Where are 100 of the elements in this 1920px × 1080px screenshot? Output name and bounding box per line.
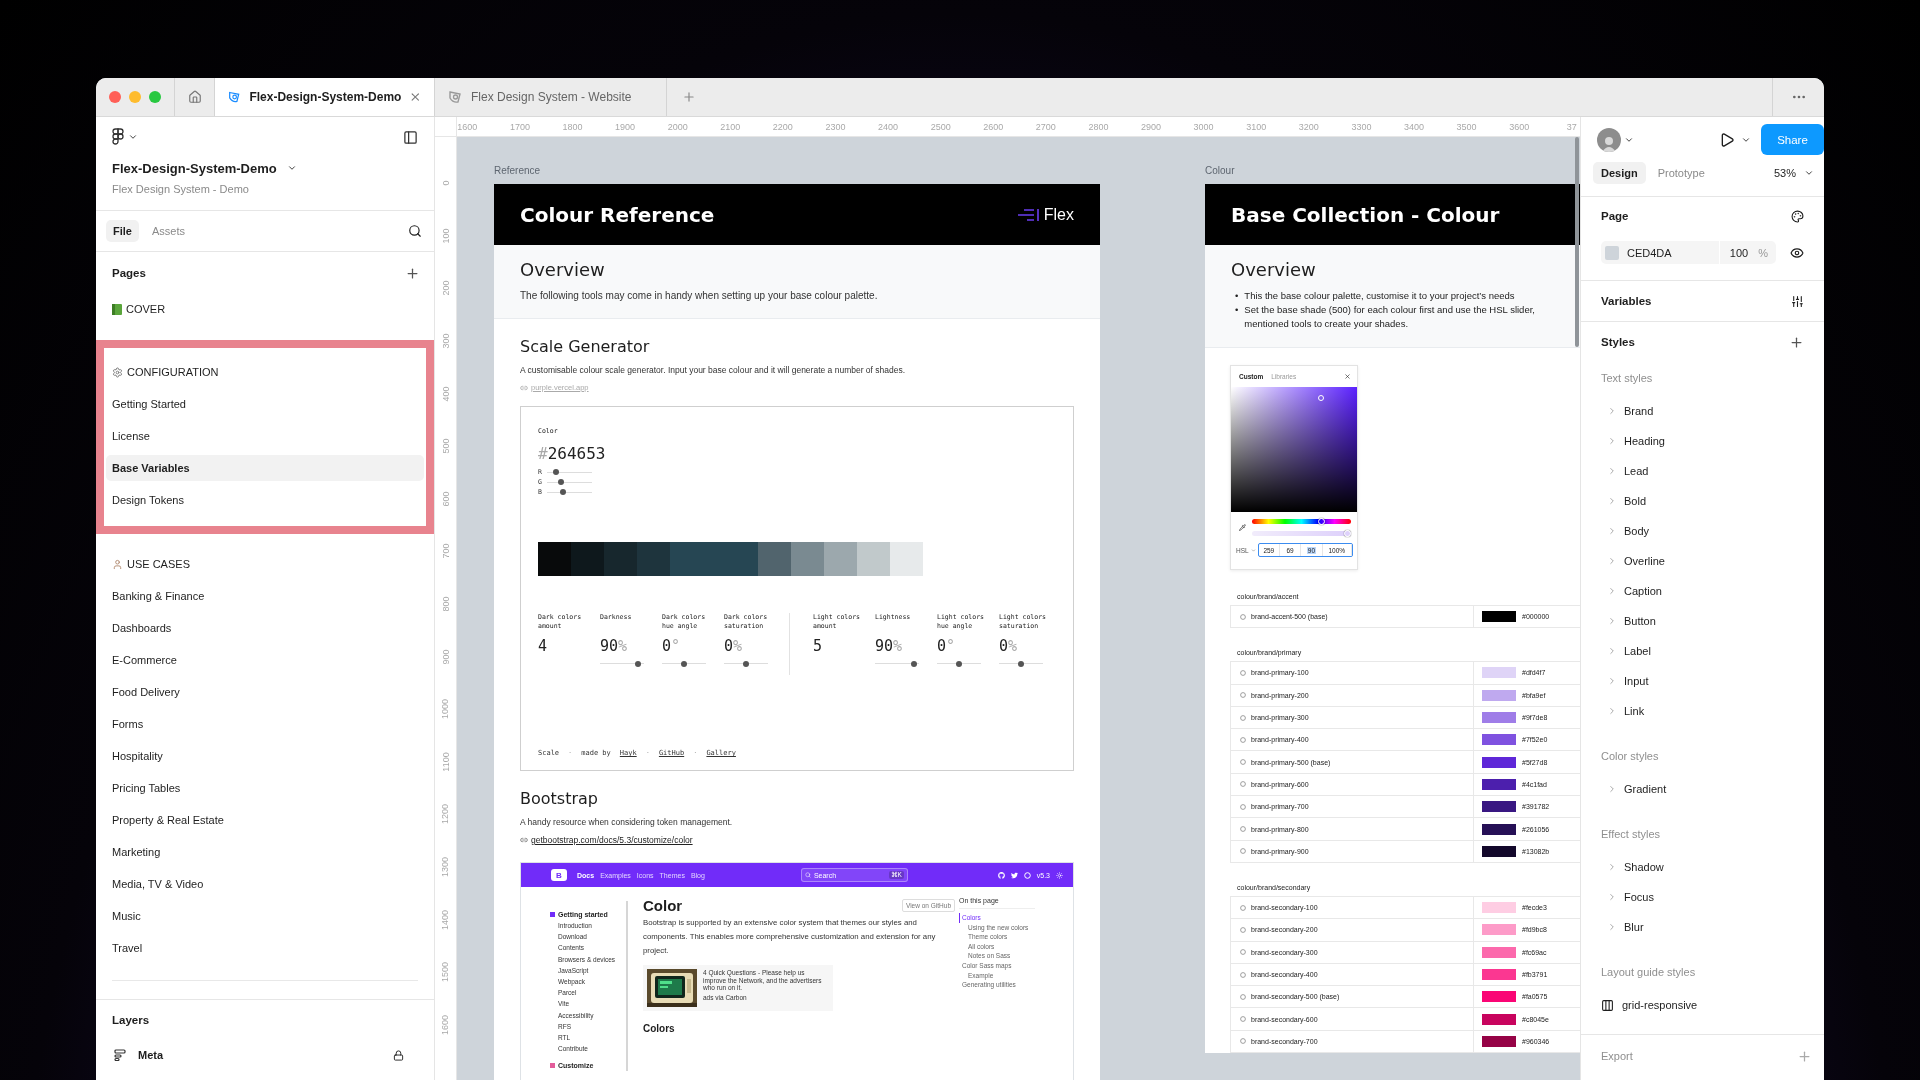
circle-icon[interactable]	[1023, 871, 1031, 879]
opacity-slider[interactable]	[1252, 531, 1351, 536]
close-window-button[interactable]	[109, 91, 121, 103]
page-item[interactable]: Dashboards	[106, 615, 424, 641]
page-item[interactable]: License	[106, 423, 424, 449]
page-item[interactable]: E-Commerce	[106, 647, 424, 673]
page-item[interactable]: Getting Started	[106, 391, 424, 417]
slider-thumb[interactable]	[557, 479, 564, 485]
sidebar-toggle-icon[interactable]	[403, 129, 418, 145]
layer-name[interactable]: Meta	[138, 1049, 164, 1061]
color-area[interactable]	[1231, 387, 1357, 512]
eye-icon[interactable]	[1790, 245, 1804, 260]
hex-input[interactable]: #264653	[538, 445, 1056, 463]
style-item[interactable]: Shadow	[1624, 861, 1664, 873]
slider-thumb[interactable]	[910, 660, 917, 667]
chevron-down-icon[interactable]	[128, 132, 138, 142]
style-item[interactable]: Overline	[1624, 555, 1665, 567]
style-item[interactable]: Link	[1624, 705, 1645, 717]
theme-icon[interactable]	[1056, 871, 1063, 879]
sliders-icon[interactable]	[1791, 294, 1804, 308]
eyedropper-icon[interactable]	[1239, 524, 1246, 531]
heading: Overview	[520, 259, 606, 281]
slider-thumb[interactable]	[956, 660, 962, 667]
page-item[interactable]: COVER	[106, 296, 424, 322]
style-item[interactable]: Brand	[1624, 405, 1654, 417]
page-item[interactable]: Design Tokens	[106, 487, 424, 513]
style-item[interactable]: Body	[1624, 525, 1650, 537]
file-icon	[227, 89, 242, 105]
page-item[interactable]: Property & Real Estate	[106, 807, 424, 833]
page-item[interactable]: Media, TV & Video	[106, 871, 424, 897]
home-icon[interactable]	[187, 90, 202, 104]
ruler-label: 1800	[562, 121, 583, 132]
document-tab[interactable]: Flex-Design-System-Demo	[215, 78, 435, 116]
app-logo-icon[interactable]	[112, 128, 124, 146]
github-icon[interactable]	[997, 871, 1005, 879]
file-name[interactable]: Flex-Design-System-Demo	[112, 160, 277, 176]
palette-icon[interactable]	[1791, 209, 1804, 223]
lock-icon[interactable]	[393, 1049, 404, 1061]
add-icon[interactable]	[1789, 334, 1804, 350]
page-item[interactable]: Base Variables	[106, 455, 424, 481]
color-field[interactable]: CED4DA 100 %	[1601, 241, 1776, 264]
page-item[interactable]: Marketing	[106, 839, 424, 865]
page-item[interactable]: Food Delivery	[106, 679, 424, 705]
zoom-level[interactable]: 53%	[1773, 167, 1796, 179]
panel-tab[interactable]: Design	[1593, 162, 1646, 184]
page-item[interactable]: Hospitality	[106, 743, 424, 769]
slider-thumb[interactable]	[553, 469, 559, 475]
style-item[interactable]: Caption	[1624, 585, 1662, 597]
param-value[interactable]: 0°	[937, 637, 999, 655]
param-value[interactable]: 0%	[724, 637, 786, 655]
scrollbar[interactable]	[1575, 137, 1579, 347]
param-value[interactable]: 5	[813, 637, 875, 655]
style-item[interactable]: Label	[1624, 645, 1651, 657]
frame-label[interactable]: Reference	[494, 164, 1100, 178]
frame-label[interactable]: Colour	[1205, 164, 1580, 178]
chevron-down-icon[interactable]	[1804, 168, 1814, 178]
page-item[interactable]: Pricing Tables	[106, 775, 424, 801]
page-item[interactable]: Banking & Finance	[106, 583, 424, 609]
chevron-down-icon	[1250, 547, 1256, 553]
style-item[interactable]: Gradient	[1624, 783, 1667, 795]
style-item[interactable]: Blur	[1624, 921, 1644, 933]
page-item[interactable]: Travel	[106, 935, 424, 961]
param-value[interactable]: 0°	[662, 637, 724, 655]
page-item[interactable]: CONFIGURATION	[106, 359, 424, 385]
param-value[interactable]: 90%	[875, 637, 937, 655]
search-icon[interactable]	[408, 224, 422, 238]
style-item[interactable]: Button	[1624, 615, 1656, 627]
param-value[interactable]: 90%	[600, 637, 662, 655]
slider-thumb[interactable]	[559, 489, 566, 495]
style-item[interactable]: Input	[1624, 675, 1649, 687]
style-item[interactable]: Heading	[1624, 435, 1665, 447]
param-value[interactable]: 0%	[999, 637, 1061, 655]
param-value[interactable]: 4	[538, 637, 600, 655]
page-item[interactable]: USE CASES	[106, 551, 424, 577]
style-item[interactable]: grid-responsive	[1622, 999, 1698, 1011]
hue-slider[interactable]	[1252, 519, 1351, 524]
style-item[interactable]: Focus	[1624, 891, 1654, 903]
style-item[interactable]: Bold	[1624, 495, 1647, 507]
slider-thumb[interactable]	[743, 660, 749, 667]
panel-tab[interactable]: Assets	[144, 220, 192, 242]
slider-thumb[interactable]	[634, 660, 641, 667]
add-icon[interactable]	[405, 265, 420, 281]
page-item[interactable]: Music	[106, 903, 424, 929]
logo[interactable]: B	[551, 869, 567, 881]
link[interactable]: getbootstrap.com/docs/5.3/customize/color	[531, 835, 693, 845]
panel-tab[interactable]: File	[106, 220, 139, 242]
document-tab[interactable]: Flex Design System - Website	[435, 78, 667, 116]
style-item[interactable]: Lead	[1624, 465, 1649, 477]
page-item[interactable]: Forms	[106, 711, 424, 737]
close-icon[interactable]	[1344, 373, 1351, 380]
avatar[interactable]	[1597, 127, 1621, 152]
slider-thumb[interactable]	[681, 660, 687, 667]
heading: Bootstrap	[520, 789, 599, 809]
close-icon[interactable]	[409, 90, 422, 104]
panel-tab[interactable]: Prototype	[1649, 162, 1713, 184]
play-icon[interactable]	[1719, 131, 1735, 148]
ruler-label: 2300	[825, 121, 846, 132]
twitter-icon[interactable]	[1010, 871, 1018, 879]
slider-thumb[interactable]	[1018, 660, 1024, 667]
chevron-down-icon[interactable]	[286, 163, 297, 173]
